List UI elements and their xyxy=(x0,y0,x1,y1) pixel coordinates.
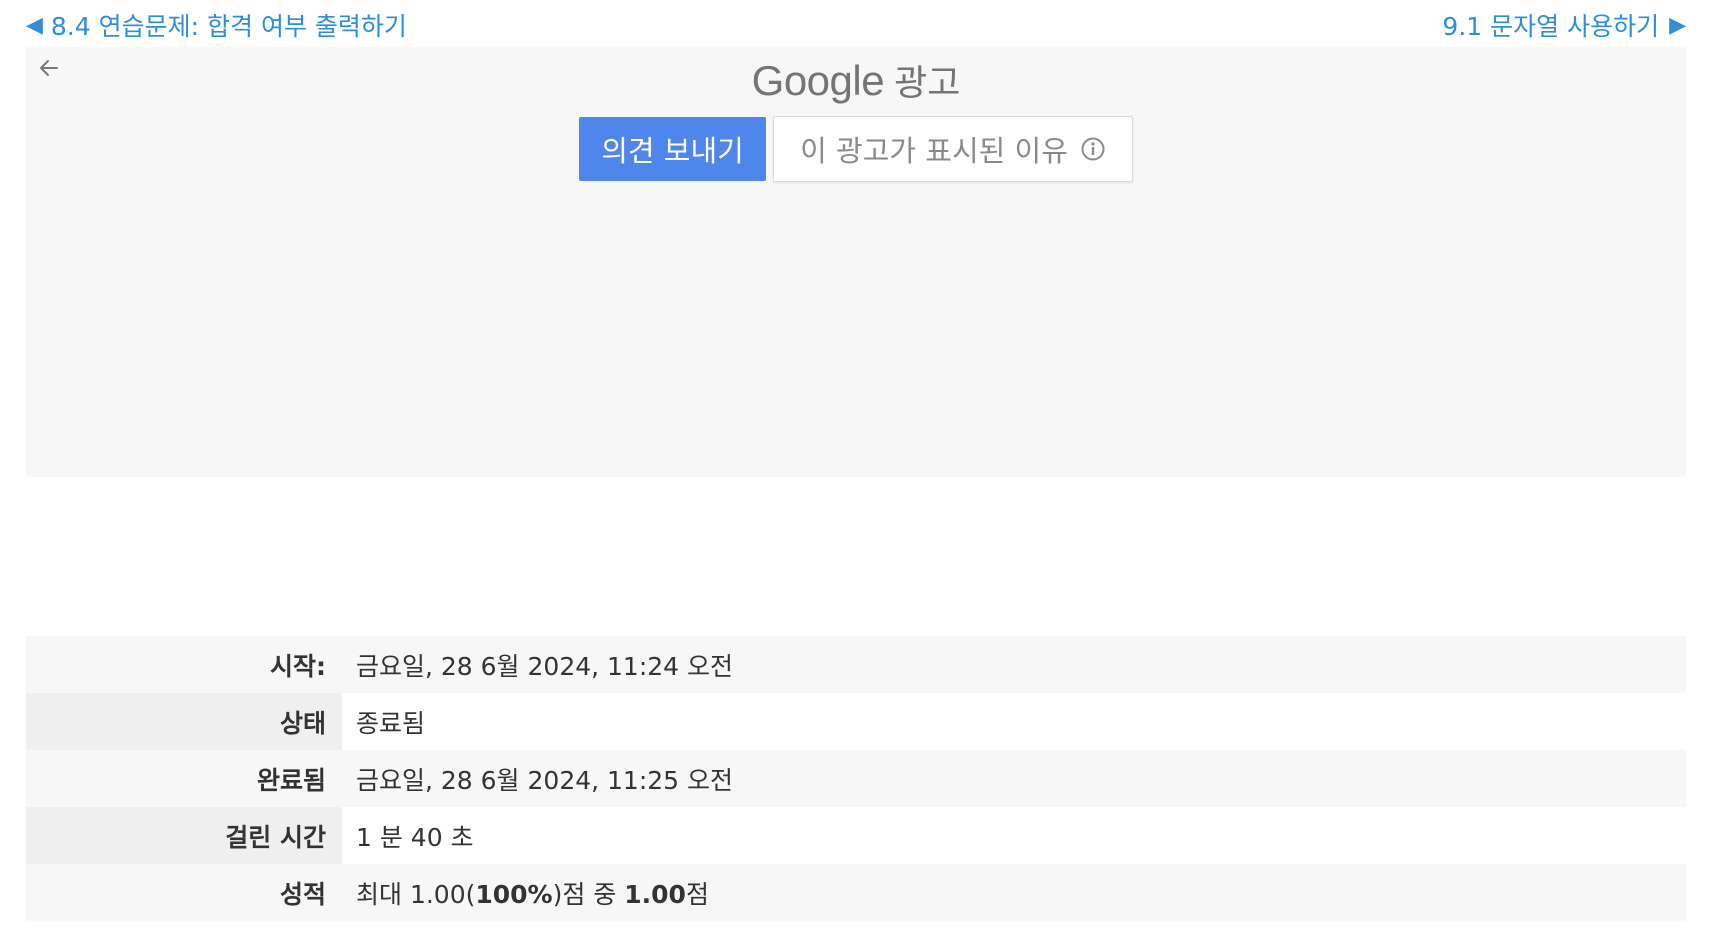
row-value-started: 금요일, 28 6월 2024, 11:24 오전 xyxy=(342,636,1686,693)
grade-percent: 100% xyxy=(475,879,553,909)
prev-page-link[interactable]: ◀ 8.4 연습문제: 합격 여부 출력하기 xyxy=(26,6,407,44)
ad-label: 광고 xyxy=(894,63,961,104)
row-value-completed: 금요일, 28 6월 2024, 11:25 오전 xyxy=(342,750,1686,807)
next-page-label: 9.1 문자열 사용하기 xyxy=(1442,12,1660,41)
row-label-started: 시작: xyxy=(26,636,342,693)
ad-brand: Google 광고 xyxy=(26,56,1686,109)
row-label-grade: 성적 xyxy=(26,864,342,921)
send-feedback-button[interactable]: 의견 보내기 xyxy=(579,117,766,181)
info-icon xyxy=(1080,136,1106,162)
page: ◀ 8.4 연습문제: 합격 여부 출력하기 9.1 문자열 사용하기 ▶ Go… xyxy=(0,0,1716,932)
grade-prefix: 최대 1.00( xyxy=(356,879,476,909)
why-this-ad-label: 이 광고가 표시된 이유 xyxy=(800,134,1068,168)
table-row: 시작: 금요일, 28 6월 2024, 11:24 오전 xyxy=(26,636,1686,693)
why-this-ad-button[interactable]: 이 광고가 표시된 이유 xyxy=(773,116,1133,182)
grade-score: 1.00 xyxy=(624,879,686,909)
row-label-state: 상태 xyxy=(26,693,342,750)
triangle-left-icon: ◀ xyxy=(26,12,43,38)
triangle-right-icon: ▶ xyxy=(1669,12,1686,38)
table-row: 완료됨 금요일, 28 6월 2024, 11:25 오전 xyxy=(26,750,1686,807)
table-row: 성적 최대 1.00(100%)점 중 1.00점 xyxy=(26,864,1686,921)
ad-panel: Google 광고 의견 보내기 이 광고가 표시된 이유 xyxy=(26,47,1686,477)
row-label-time-taken: 걸린 시간 xyxy=(26,807,342,864)
next-page-link[interactable]: 9.1 문자열 사용하기 ▶ xyxy=(1442,6,1686,44)
prev-page-label: 8.4 연습문제: 합격 여부 출력하기 xyxy=(50,12,407,41)
row-value-grade: 최대 1.00(100%)점 중 1.00점 xyxy=(342,864,1686,921)
row-value-time-taken: 1 분 40 초 xyxy=(342,807,1686,864)
grade-mid: )점 중 xyxy=(552,879,625,909)
row-label-completed: 완료됨 xyxy=(26,750,342,807)
table-row: 상태 종료됨 xyxy=(26,693,1686,750)
grade-suffix: 점 xyxy=(685,879,709,909)
row-value-state: 종료됨 xyxy=(342,693,1686,750)
google-logo: Google xyxy=(751,57,885,104)
table-row: 걸린 시간 1 분 40 초 xyxy=(26,807,1686,864)
quiz-summary-table: 시작: 금요일, 28 6월 2024, 11:24 오전 상태 종료됨 완료됨… xyxy=(26,636,1686,921)
